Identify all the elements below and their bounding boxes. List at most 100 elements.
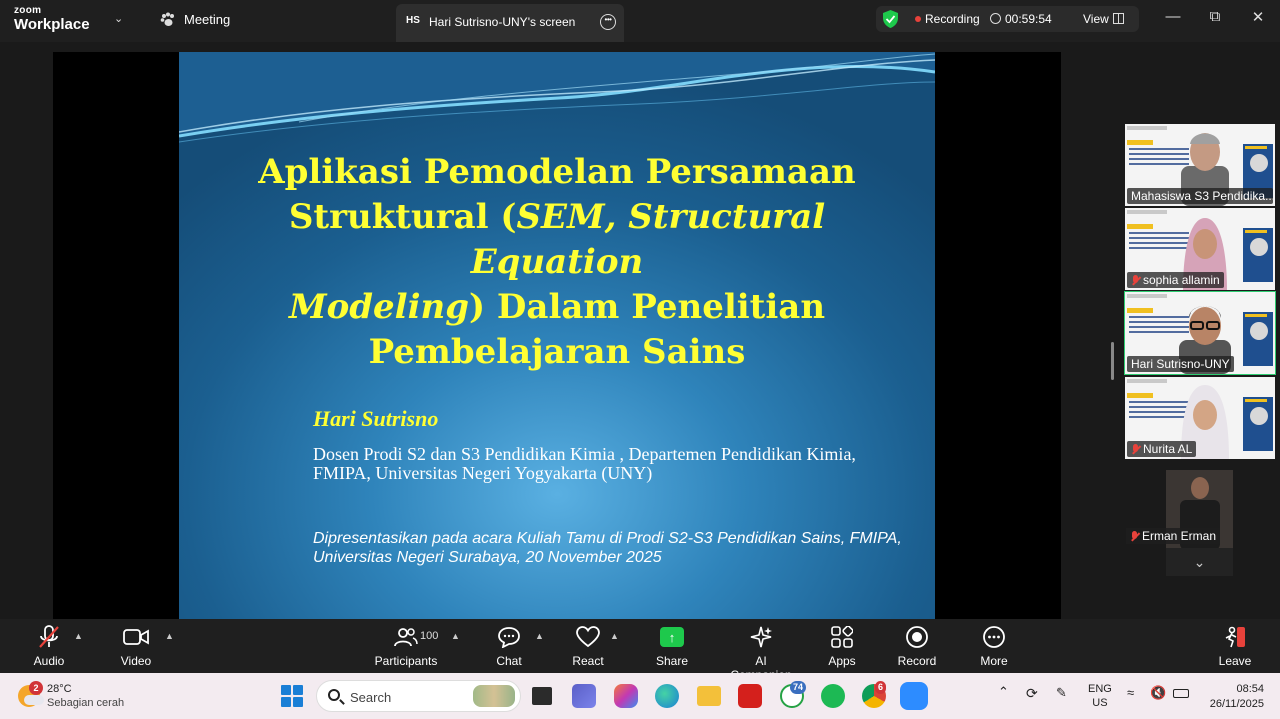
participants-label: Participants — [374, 654, 438, 668]
video-camera-icon — [123, 629, 149, 645]
wifi-icon[interactable]: ≈ — [1127, 685, 1134, 700]
slide-wave-decoration — [179, 52, 935, 143]
slide-title-line2-a: Struktural ( — [288, 197, 517, 237]
heart-icon — [576, 626, 600, 648]
language-indicator[interactable]: ENG US — [1088, 682, 1112, 710]
video-options-caret[interactable]: ▲ — [165, 631, 174, 641]
participant-tile[interactable]: Mahasiswa S3 Pendidika... — [1125, 124, 1275, 206]
chat-label: Chat — [496, 654, 522, 668]
file-explorer-icon[interactable] — [697, 686, 721, 706]
weather-cloud-icon — [24, 695, 44, 705]
shared-screen-title: Hari Sutrisno-UNY's screen — [429, 15, 576, 29]
windows-logo-icon — [281, 685, 291, 695]
logo-line2: Workplace — [14, 16, 90, 33]
volume-muted-icon[interactable]: 🔇 — [1150, 685, 1166, 701]
windows-taskbar: 2 28°C Sebagian cerah Search 74 6 ⌃ ⟳ ✎ … — [0, 673, 1280, 719]
zoom-logo[interactable]: zoom Workplace — [14, 6, 90, 33]
audio-options-caret[interactable]: ▲ — [74, 631, 83, 641]
record-button[interactable]: Record — [897, 625, 937, 668]
recording-label[interactable]: Recording — [925, 12, 980, 26]
participant-name-label: Hari Sutrisno-UNY — [1127, 356, 1234, 372]
participant-name-label: Erman Erman — [1126, 528, 1221, 544]
clock-icon — [990, 13, 1001, 24]
clock-time: 08:54 — [1236, 683, 1264, 695]
mic-muted-icon — [1131, 443, 1140, 455]
video-label: Video — [120, 654, 152, 668]
view-menu[interactable]: View — [1083, 12, 1109, 26]
battery-icon[interactable] — [1173, 689, 1189, 698]
slide-title-line1: Aplikasi Pemodelan Persamaan — [258, 152, 856, 192]
meeting-toolbar: Audio ▲ Video ▲ Participants 100 ▲ Chat … — [0, 619, 1280, 682]
acrobat-icon[interactable] — [738, 684, 762, 708]
start-button[interactable] — [281, 685, 303, 707]
sparkle-icon — [750, 626, 772, 648]
restore-button[interactable]: ⧉ — [1203, 8, 1227, 25]
chevron-down-icon[interactable]: ⌄ — [114, 12, 123, 25]
audio-button[interactable]: Audio — [28, 625, 70, 668]
more-dots-icon — [983, 626, 1005, 648]
participant-name-label: Nurita AL — [1127, 441, 1197, 457]
participants-options-caret[interactable]: ▲ — [451, 631, 460, 641]
windows-logo-pane — [293, 685, 303, 695]
meeting-timer: 00:59:54 — [1005, 12, 1052, 26]
search-icon — [328, 689, 340, 701]
shield-check-icon[interactable] — [882, 10, 899, 28]
participant-name: Mahasiswa S3 Pendidika... — [1131, 189, 1273, 203]
close-button[interactable]: ✕ — [1246, 8, 1270, 26]
clock-date: 26/11/2025 — [1209, 698, 1264, 710]
task-view-icon[interactable] — [532, 687, 552, 705]
share-button[interactable]: ↑ Share — [654, 625, 690, 668]
edge-icon[interactable] — [655, 684, 679, 708]
copilot-icon[interactable] — [614, 684, 638, 708]
audio-label: Audio — [33, 654, 65, 668]
slide-title-line3: Modeling) Dalam Penelitian — [209, 285, 905, 330]
pen-menu-icon[interactable]: ✎ — [1056, 685, 1067, 701]
more-button[interactable]: More — [977, 625, 1011, 668]
participants-icon — [394, 628, 418, 647]
title-bar: zoom Workplace ⌄ Meeting HS Hari Sutrisn… — [0, 0, 1280, 42]
participant-tile[interactable]: Nurita AL — [1125, 377, 1275, 459]
record-icon — [906, 626, 928, 648]
chat-options-caret[interactable]: ▲ — [535, 631, 544, 641]
slide-title-line2: Struktural (SEM, Structural Equation — [209, 195, 905, 285]
spotify-icon[interactable] — [821, 684, 845, 708]
participant-name-label: Mahasiswa S3 Pendidika... — [1127, 188, 1273, 204]
meeting-menu[interactable]: Meeting — [160, 12, 230, 27]
paw-icon — [160, 12, 174, 26]
panel-resize-handle[interactable] — [1111, 342, 1114, 380]
slide-title-line2-b: SEM, Structural Equation — [470, 197, 826, 282]
presentation-slide: Aplikasi Pemodelan Persamaan Struktural … — [179, 52, 935, 619]
mic-muted-icon — [1131, 274, 1140, 286]
taskbar-search[interactable]: Search — [316, 680, 521, 712]
view-layout-icon[interactable] — [1113, 13, 1124, 24]
react-button[interactable]: React — [570, 625, 606, 668]
sharer-initials: HS — [406, 15, 420, 26]
language-line2: US — [1092, 697, 1108, 709]
whatsapp-badge: 74 — [790, 681, 807, 694]
teams-icon[interactable] — [572, 684, 596, 708]
taskbar-clock[interactable]: 08:54 26/11/2025 — [1198, 682, 1264, 712]
weather-temperature: 28°C — [47, 683, 72, 695]
search-highlight-image — [473, 685, 515, 707]
participant-tile[interactable]: sophia allamin — [1125, 208, 1275, 290]
search-placeholder: Search — [350, 690, 392, 705]
tray-overflow-chevron-icon[interactable]: ⌃ — [998, 684, 1009, 700]
chat-button[interactable]: Chat — [492, 625, 526, 668]
windows-logo-pane — [293, 697, 303, 707]
apps-button[interactable]: Apps — [826, 625, 858, 668]
leave-button[interactable]: Leave — [1218, 625, 1252, 668]
more-options-icon[interactable]: ••• — [600, 14, 616, 30]
participant-tile-active[interactable]: Hari Sutrisno-UNY — [1124, 291, 1276, 375]
more-label: More — [980, 654, 1008, 668]
scroll-down-button[interactable]: ⌄ — [1166, 548, 1233, 576]
shared-screen-tab[interactable]: HS Hari Sutrisno-UNY's screen ••• — [396, 4, 624, 42]
sync-icon[interactable]: ⟳ — [1026, 685, 1038, 702]
windows-logo-pane — [281, 697, 291, 707]
share-label: Share — [655, 654, 689, 668]
minimize-button[interactable]: — — [1161, 8, 1185, 25]
react-options-caret[interactable]: ▲ — [610, 631, 619, 641]
video-button[interactable]: Video — [116, 625, 156, 668]
slide-title-line3-b: ) Dalam Penelitian — [469, 287, 826, 327]
chrome-badge: 6 — [875, 681, 887, 694]
zoom-taskbar-icon[interactable] — [900, 682, 928, 710]
